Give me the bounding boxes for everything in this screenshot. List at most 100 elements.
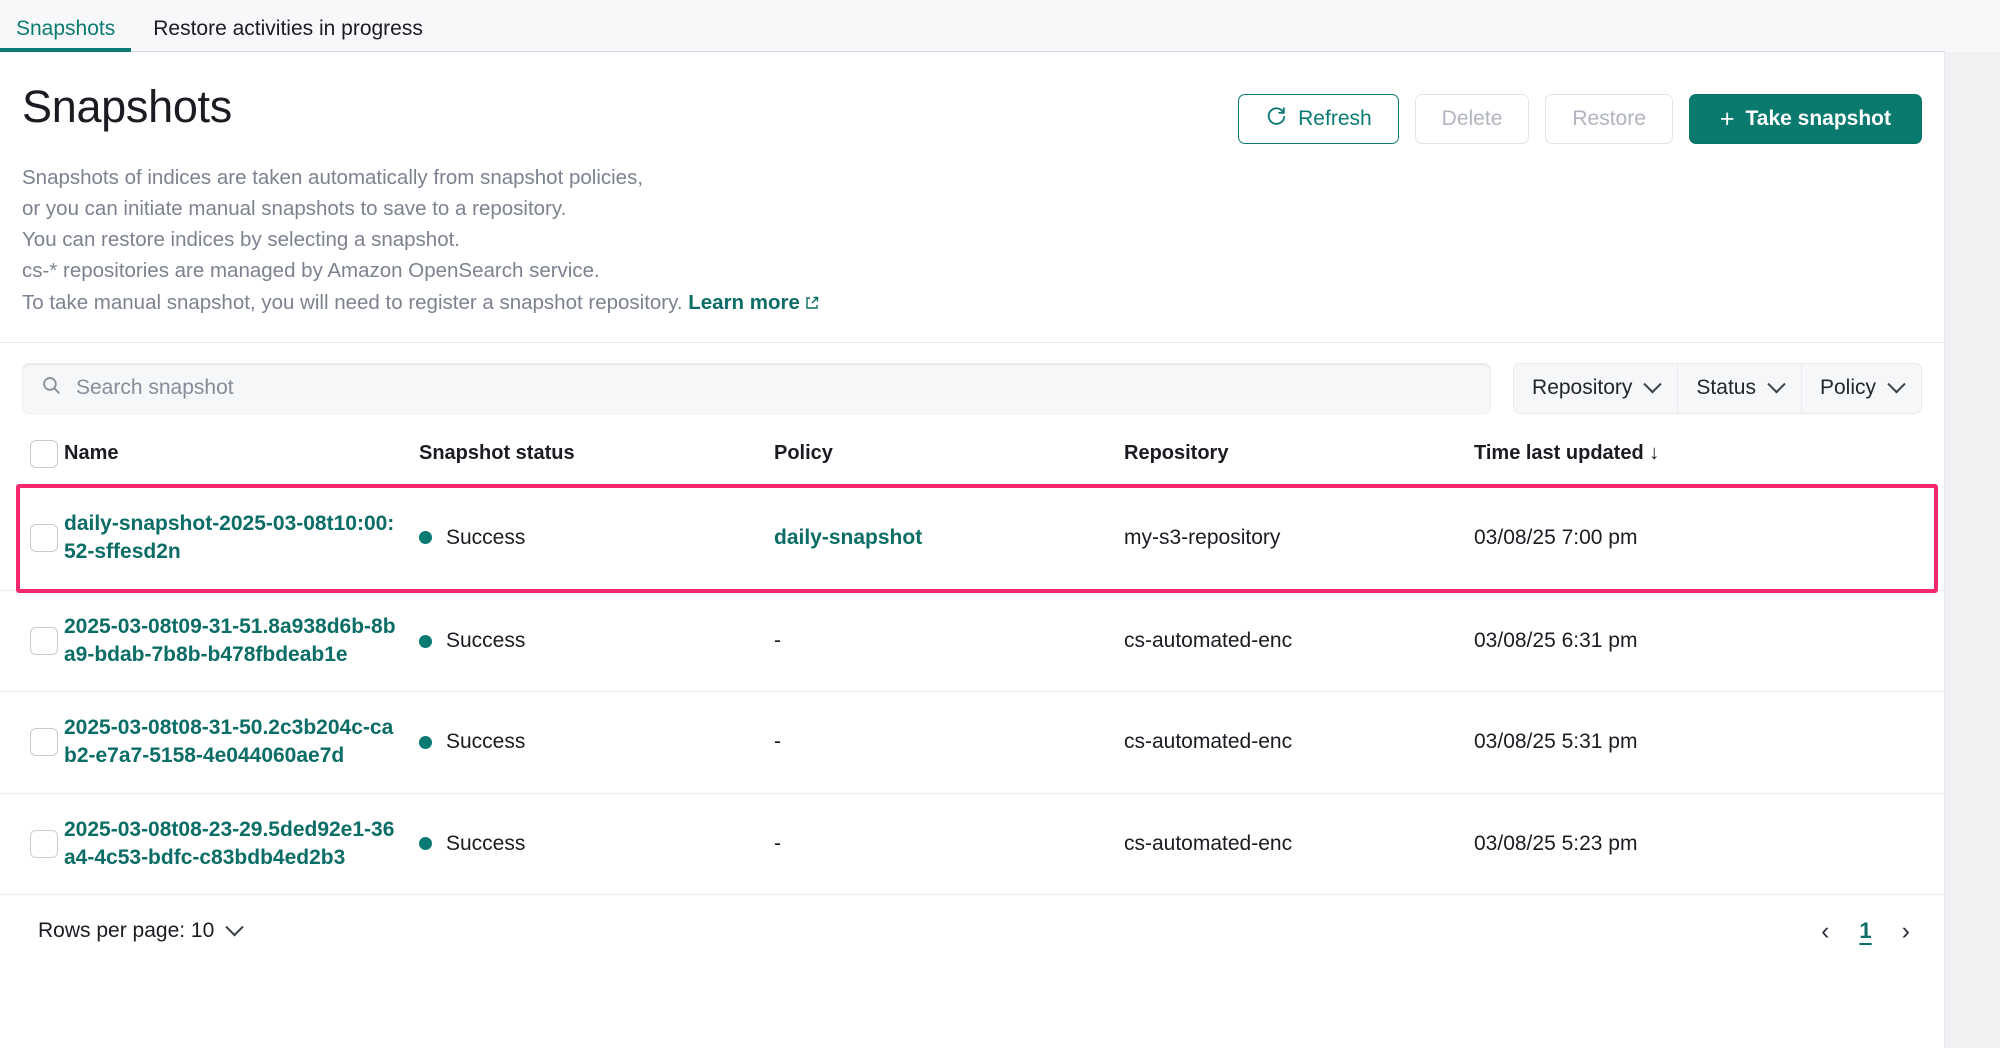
table-container: Name Snapshot status Policy Repository T… (0, 432, 1944, 894)
status-label: Success (446, 730, 526, 754)
refresh-button[interactable]: Refresh (1238, 94, 1399, 144)
snapshot-name-link[interactable]: 2025-03-08t09-31-51.8a938d6b-8ba9-bdab-7… (64, 613, 404, 669)
learn-more-link[interactable]: Learn more (688, 291, 820, 314)
search-input[interactable]: Search snapshot (22, 362, 1492, 414)
filter-group: Repository Status Policy (1513, 362, 1922, 414)
column-header-repository[interactable]: Repository (1124, 432, 1474, 486)
table-row[interactable]: 2025-03-08t08-31-50.2c3b204c-cab2-e7a7-5… (0, 691, 1944, 794)
status-dot-icon (419, 735, 432, 749)
header-divider (0, 341, 1944, 343)
description-line-4: cs-* repositories are managed by Amazon … (22, 259, 600, 283)
column-header-time-label: Time last updated (1474, 442, 1644, 465)
status-label: Success (446, 525, 526, 549)
status-dot-icon (419, 531, 432, 545)
take-snapshot-button[interactable]: + Take snapshot (1688, 94, 1922, 144)
policy-cell: - (774, 590, 1124, 692)
name-cell: 2025-03-08t08-23-29.5ded92e1-36a4-4c53-b… (64, 792, 419, 894)
refresh-icon (1265, 105, 1287, 133)
policy-cell: - (774, 792, 1124, 894)
table-row[interactable]: 2025-03-08t09-31-51.8a938d6b-8ba9-bdab-7… (0, 590, 1944, 692)
snapshot-name-link[interactable]: 2025-03-08t08-31-50.2c3b204c-cab2-e7a7-5… (64, 714, 404, 770)
description-line-1: Snapshots of indices are taken automatic… (22, 166, 644, 189)
column-header-policy[interactable]: Policy (774, 432, 1124, 486)
filter-repository-label: Repository (1532, 376, 1633, 400)
tab-bar: Snapshots Restore activities in progress (0, 0, 2000, 52)
table-footer: Rows per page: 10 ‹ 1 › (0, 893, 1944, 968)
filter-policy-label: Policy (1819, 376, 1876, 400)
time-last-updated-cell: 03/08/25 7:00 pm (1474, 525, 1638, 549)
repository-cell: cs-automated-enc (1124, 792, 1474, 894)
restore-button[interactable]: Restore (1545, 94, 1673, 144)
chevron-down-icon (225, 917, 244, 937)
take-snapshot-label: Take snapshot (1745, 107, 1891, 130)
snapshots-panel: Snapshots Refresh Delete Restore + Take … (0, 52, 1945, 1048)
column-header-name[interactable]: Name (64, 432, 419, 486)
tab-snapshots[interactable]: Snapshots (0, 18, 132, 52)
filter-status-label: Status (1696, 376, 1756, 400)
description-line-3: You can restore indices by selecting a s… (22, 228, 460, 252)
next-page-button[interactable]: › (1898, 917, 1914, 946)
filter-status[interactable]: Status (1678, 363, 1802, 413)
select-all-checkbox[interactable] (30, 439, 58, 468)
status-label: Success (446, 629, 526, 653)
table-row[interactable]: daily-snapshot-2025-03-08t10:00:52-sffes… (0, 486, 1944, 591)
table-body: daily-snapshot-2025-03-08t10:00:52-sffes… (0, 486, 1944, 894)
table-header: Name Snapshot status Policy Repository T… (0, 432, 1944, 486)
select-all-header (0, 432, 64, 486)
column-header-time-last-updated[interactable]: Time last updated ↓ (1474, 432, 1944, 486)
row-checkbox[interactable] (30, 829, 58, 858)
restore-label: Restore (1572, 107, 1646, 130)
refresh-label: Refresh (1298, 107, 1372, 130)
description-line-2: or you can initiate manual snapshots to … (22, 197, 567, 221)
delete-label: Delete (1441, 107, 1503, 130)
row-checkbox[interactable] (30, 627, 58, 656)
filter-repository[interactable]: Repository (1514, 363, 1679, 413)
name-cell: 2025-03-08t08-31-50.2c3b204c-cab2-e7a7-5… (64, 691, 419, 794)
search-placeholder: Search snapshot (76, 376, 234, 400)
row-select-cell (0, 792, 64, 894)
row-checkbox[interactable] (30, 523, 58, 552)
repository-cell: cs-automated-enc (1124, 691, 1474, 794)
policy-cell: daily-snapshot (774, 486, 1124, 591)
rows-per-page-selector[interactable]: Rows per page: 10 (38, 917, 244, 943)
page-1-button[interactable]: 1 (1859, 918, 1871, 944)
search-icon (41, 375, 62, 401)
row-select-cell (0, 691, 64, 794)
snapshots-table: Name Snapshot status Policy Repository T… (0, 432, 1944, 894)
name-cell: daily-snapshot-2025-03-08t10:00:52-sffes… (64, 486, 419, 591)
status-cell: Success (419, 792, 774, 894)
name-cell: 2025-03-08t09-31-51.8a938d6b-8ba9-bdab-7… (64, 590, 419, 692)
time-last-updated-cell: 03/08/25 6:31 pm (1474, 590, 1944, 692)
search-toolbar: Search snapshot Repository Status Policy (0, 343, 1944, 432)
status-cell: Success (419, 486, 774, 591)
plus-icon: + (1719, 104, 1735, 133)
policy-value: - (774, 629, 781, 653)
page-header: Snapshots Refresh Delete Restore + Take … (0, 52, 1944, 343)
status-dot-icon (419, 837, 432, 851)
policy-value: - (774, 730, 781, 754)
previous-page-button[interactable]: ‹ (1817, 917, 1833, 946)
pagination: ‹ 1 › (1817, 917, 1914, 946)
filter-policy[interactable]: Policy (1802, 364, 1921, 413)
page-description: Snapshots of indices are taken automatic… (0, 144, 1944, 320)
policy-link[interactable]: daily-snapshot (774, 526, 922, 549)
row-checkbox[interactable] (30, 728, 58, 757)
rows-per-page-label: Rows per page: 10 (38, 919, 215, 943)
row-select-cell (0, 590, 64, 692)
repository-cell: my-s3-repository (1124, 525, 1281, 549)
chevron-down-icon (1887, 374, 1906, 394)
policy-value: - (774, 831, 781, 855)
column-header-snapshot-status[interactable]: Snapshot status (419, 432, 774, 486)
delete-button[interactable]: Delete (1414, 94, 1530, 144)
chevron-down-icon (1643, 374, 1663, 394)
status-cell: Success (419, 590, 774, 692)
snapshot-name-link[interactable]: daily-snapshot-2025-03-08t10:00:52-sffes… (64, 510, 404, 566)
snapshot-name-link[interactable]: 2025-03-08t08-23-29.5ded92e1-36a4-4c53-b… (64, 816, 404, 872)
status-label: Success (446, 831, 526, 855)
external-link-icon (804, 289, 820, 320)
tab-restore-activities[interactable]: Restore activities in progress (131, 18, 445, 52)
time-last-updated-cell: 03/08/25 5:31 pm (1474, 691, 1944, 794)
table-row[interactable]: 2025-03-08t08-23-29.5ded92e1-36a4-4c53-b… (0, 792, 1944, 894)
tab-restore-activities-label: Restore activities in progress (153, 17, 423, 40)
time-last-updated-cell: 03/08/25 5:23 pm (1474, 792, 1944, 894)
